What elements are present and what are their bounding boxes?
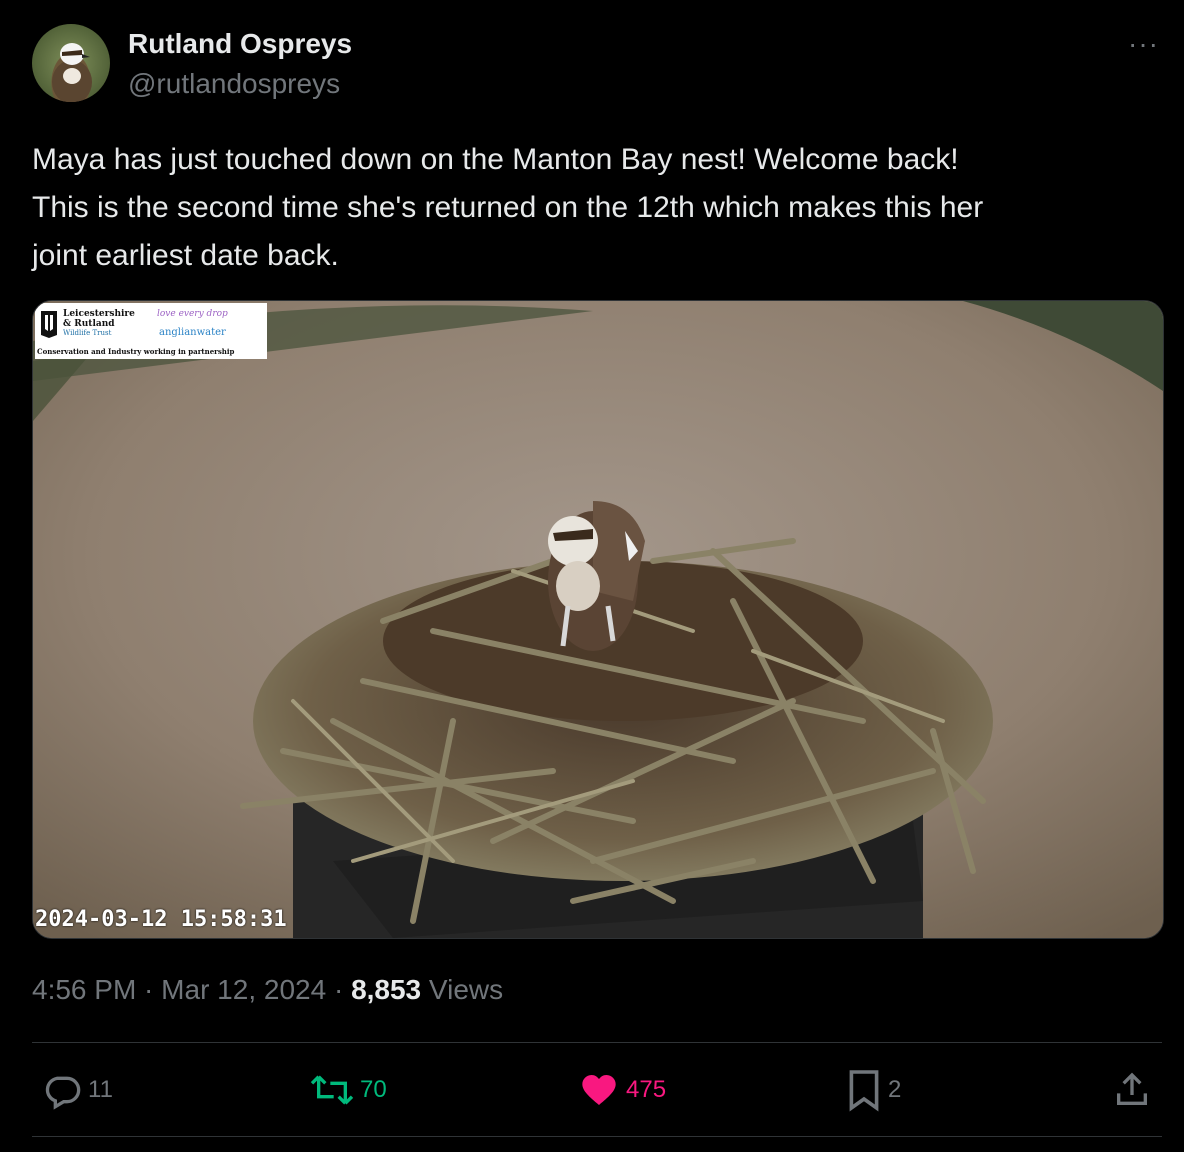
tweet-text-line: joint earliest date back. xyxy=(32,239,339,272)
bookmark-icon xyxy=(849,1070,879,1112)
like-button[interactable]: 475 xyxy=(578,1070,666,1110)
share-icon xyxy=(1117,1072,1147,1105)
author-handle[interactable]: @rutlandospreys xyxy=(128,68,340,100)
avatar[interactable] xyxy=(32,24,110,102)
partner-name: anglianwater xyxy=(159,327,226,338)
tweet-text-line: This is the second time she's returned o… xyxy=(32,191,984,224)
divider xyxy=(32,1042,1162,1043)
tweet-time[interactable]: 4:56 PM xyxy=(32,974,136,1005)
divider xyxy=(32,1136,1162,1137)
logo-text: Wildlife Trust xyxy=(63,329,112,337)
logo-text: & Rutland xyxy=(63,319,115,329)
osprey-avatar-image xyxy=(52,43,92,102)
tweet-media-image[interactable]: Leicestershire & Rutland Wildlife Trust … xyxy=(32,300,1164,939)
logo-footer-text: Conservation and Industry working in par… xyxy=(37,347,235,356)
bookmark-count: 2 xyxy=(888,1076,902,1103)
repost-button[interactable]: 70 xyxy=(310,1070,387,1110)
repost-icon xyxy=(310,1075,354,1105)
share-button[interactable] xyxy=(1112,1070,1152,1110)
more-options-button[interactable]: ··· xyxy=(1128,28,1159,60)
partner-tagline: love every drop xyxy=(157,309,228,319)
views-count: 8,853 xyxy=(351,974,422,1005)
partner-logo: Leicestershire & Rutland Wildlife Trust … xyxy=(35,303,267,359)
reply-count: 11 xyxy=(88,1076,113,1103)
heart-icon xyxy=(582,1075,616,1105)
camera-timestamp: 2024-03-12 15:58:31 xyxy=(35,907,287,932)
reply-button[interactable]: 11 xyxy=(42,1070,113,1110)
repost-count: 70 xyxy=(360,1076,387,1103)
views-label: Views xyxy=(428,974,504,1005)
author-name[interactable]: Rutland Ospreys xyxy=(128,28,352,60)
like-count: 475 xyxy=(626,1076,667,1103)
osprey-nest-photo xyxy=(33,301,1163,938)
tweet-text-line: Maya has just touched down on the Manton… xyxy=(32,143,959,176)
meta-separator: · xyxy=(326,974,352,1005)
tweet-text: Maya has just touched down on the Manton… xyxy=(32,136,1152,280)
tweet-meta: 4:56 PM · Mar 12, 2024 · 8,853 Views xyxy=(32,974,503,1006)
meta-separator: · xyxy=(136,974,162,1005)
badger-logo-icon xyxy=(41,311,57,338)
reply-icon xyxy=(45,1076,81,1110)
bookmark-button[interactable]: 2 xyxy=(846,1070,902,1112)
tweet-date[interactable]: Mar 12, 2024 xyxy=(161,974,326,1005)
logo-text: Leicestershire xyxy=(63,309,135,319)
